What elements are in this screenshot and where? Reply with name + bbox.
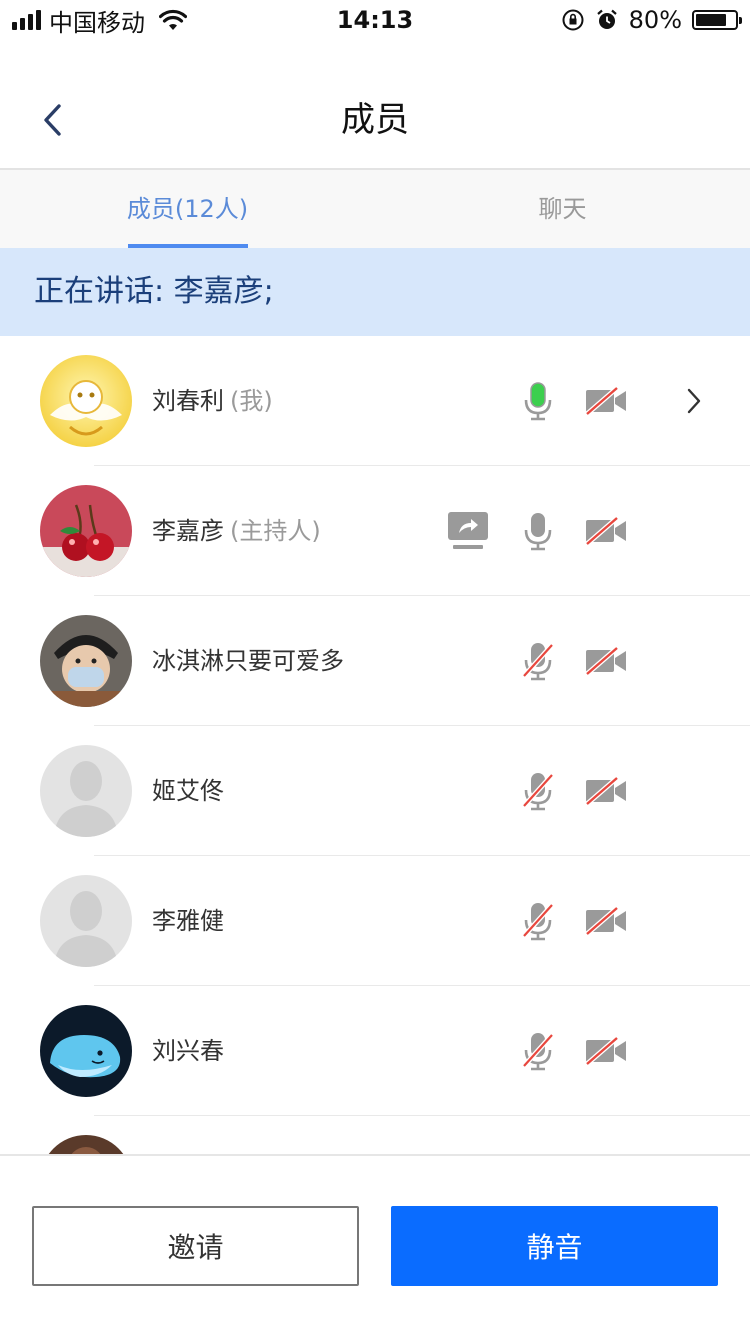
page-title: 成员	[341, 100, 409, 140]
battery-icon	[692, 10, 742, 30]
speaking-banner: 正在讲话: 李嘉彦;	[0, 248, 750, 336]
camera-off-button[interactable]	[584, 1029, 628, 1073]
member-row[interactable]: 刘春利 (我)	[0, 336, 750, 466]
whale-avatar	[40, 1005, 132, 1097]
tab-members-label: 成员(12人)	[126, 195, 249, 223]
alarm-icon	[596, 9, 617, 29]
member-name-text: 刘兴春	[152, 1037, 224, 1065]
member-row[interactable]: 姬艾佟	[0, 726, 750, 856]
member-row[interactable]: 李嘉彦 (主持人)	[0, 466, 750, 596]
chevron-right-icon	[687, 388, 701, 414]
default-avatar	[40, 875, 132, 967]
mic-muted-button[interactable]	[516, 769, 560, 813]
rotation-lock-icon	[562, 9, 584, 31]
member-name: 刘兴春	[152, 986, 224, 1116]
camera-off-button[interactable]	[584, 769, 628, 813]
status-bar: 中国移动 14:13 80%	[0, 0, 750, 40]
camera-off-icon	[585, 646, 626, 676]
child-photo-avatar	[40, 615, 132, 707]
mic-icon	[524, 513, 552, 551]
screen-share-button[interactable]	[446, 509, 490, 553]
camera-off-icon	[585, 776, 626, 806]
invite-button[interactable]: 邀请	[32, 1206, 359, 1286]
member-name: 刘春利 (我)	[152, 336, 273, 466]
tab-chat[interactable]: 聊天	[375, 170, 750, 248]
speaking-text: 正在讲话: 李嘉彦;	[34, 274, 274, 309]
camera-off-button[interactable]	[584, 639, 628, 683]
member-row[interactable]: 李雅健	[0, 856, 750, 986]
camera-off-button[interactable]	[584, 509, 628, 553]
mic-muted-icon	[522, 643, 554, 681]
battery-percent: 80%	[628, 6, 682, 34]
mic-muted-icon	[522, 773, 554, 811]
member-name: 李嘉彦 (主持人)	[152, 466, 321, 596]
member-name-text: 李雅健	[152, 907, 224, 935]
camera-off-icon	[585, 516, 626, 546]
camera-off-icon	[585, 1036, 626, 1066]
mic-muted-icon	[522, 903, 554, 941]
member-tag: (主持人)	[230, 517, 321, 545]
nav-bar: 成员	[0, 40, 750, 170]
default-avatar	[40, 745, 132, 837]
member-list[interactable]: 刘春利 (我) 李嘉彦 (主持人) 冰淇淋只要可爱多 姬艾佟 李雅健 刘兴春	[0, 336, 750, 1154]
camera-off-icon	[585, 386, 626, 416]
cherry-avatar	[40, 485, 132, 577]
member-name-text: 冰淇淋只要可爱多	[152, 647, 344, 675]
member-name: 姬艾佟	[152, 726, 224, 856]
member-name-text: 李嘉彦	[152, 517, 224, 545]
mic-active-button[interactable]	[516, 379, 560, 423]
member-row[interactable]: 刘兴春	[0, 986, 750, 1116]
tab-members[interactable]: 成员(12人)	[0, 170, 375, 248]
member-name: 李雅健	[152, 856, 224, 986]
status-right: 80%	[561, 4, 742, 36]
mic-on-button[interactable]	[516, 509, 560, 553]
mic-muted-icon	[522, 1033, 554, 1071]
mic-muted-button[interactable]	[516, 1029, 560, 1073]
camera-off-icon	[585, 906, 626, 936]
tab-chat-label: 聊天	[538, 195, 587, 223]
bottom-action-bar: 邀请 静音	[0, 1154, 750, 1336]
member-tag: (我)	[230, 387, 273, 415]
mic-active-icon	[524, 382, 552, 421]
mute-all-button[interactable]: 静音	[391, 1206, 718, 1286]
member-name-text: 姬艾佟	[152, 777, 224, 805]
mic-muted-button[interactable]	[516, 639, 560, 683]
member-name-text: 刘春利	[152, 387, 224, 415]
member-detail-button[interactable]	[672, 379, 716, 423]
tab-bar: 成员(12人) 聊天	[0, 170, 750, 248]
member-name: 冰淇淋只要可爱多	[152, 596, 344, 726]
cartoon-avatar	[40, 355, 132, 447]
camera-off-button[interactable]	[584, 379, 628, 423]
screen-share-icon	[448, 512, 488, 549]
photo-avatar	[40, 1135, 132, 1154]
mic-muted-button[interactable]	[516, 899, 560, 943]
member-row-partial[interactable]	[0, 1116, 750, 1154]
battery-fill	[696, 14, 727, 26]
camera-off-button[interactable]	[584, 899, 628, 943]
member-row[interactable]: 冰淇淋只要可爱多	[0, 596, 750, 726]
